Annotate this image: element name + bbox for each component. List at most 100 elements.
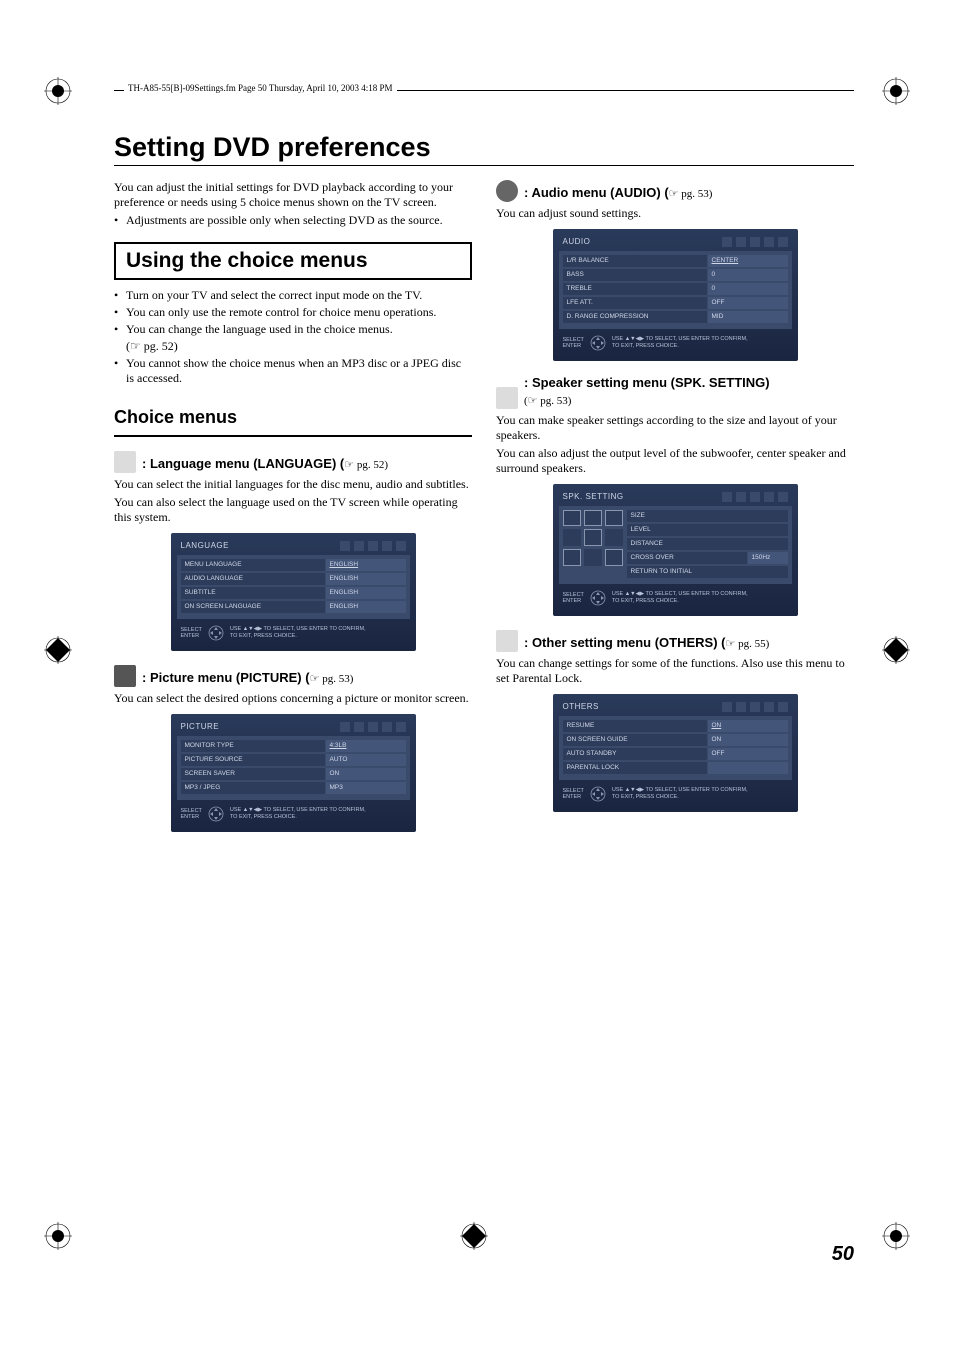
osd-footer-label: SELECT ENTER [563,592,584,604]
dpad-icon [590,590,606,606]
osd-tabs-icon [340,541,406,551]
picture-icon [114,665,136,687]
body-text: You can also select the language used on… [114,495,472,525]
osd-title: SPK. SETTING [563,492,624,502]
speaker-layout-diagram [563,510,623,566]
osd-row-label: CROSS OVER [627,552,747,564]
dpad-icon [590,335,606,351]
list-item: Turn on your TV and select the correct i… [126,288,472,303]
crop-mark-icon [44,636,72,664]
osd-footer-hint: USE ▲▼◀▶ TO SELECT, USE ENTER TO CONFIRM… [230,807,366,821]
osd-tabs-icon [340,722,406,732]
osd-row-value: MID [708,311,788,323]
osd-row-value: ON [326,768,406,780]
dpad-icon [208,625,224,641]
page-number: 50 [832,1243,854,1266]
audio-osd: AUDIO L/R BALANCECENTER BASS0 TREBLE0 LF… [553,229,798,361]
osd-row-label: BASS [563,269,707,281]
language-menu-heading: : Language menu (LANGUAGE) (☞ pg. 52) [114,451,472,473]
wrench-icon [496,630,518,652]
body-text: You can make speaker settings according … [496,413,854,443]
body-text: You can select the desired options conce… [114,691,472,706]
osd-row-value: ENGLISH [326,587,406,599]
osd-tabs-icon [722,492,788,502]
osd-row-value: AUTO [326,754,406,766]
crop-mark-icon [44,1222,72,1250]
language-icon [114,451,136,473]
section-box-title: Using the choice menus [114,242,472,280]
osd-row-value: 4:3LB [326,740,406,752]
page-title: Setting DVD preferences [114,132,854,166]
page-content: TH-A85-55[B]-09Settings.fm Page 50 Thurs… [114,76,854,1276]
osd-title: OTHERS [563,702,599,712]
audio-menu-heading: : Audio menu (AUDIO) (☞ pg. 53) [496,180,854,202]
osd-row-label: MP3 / JPEG [181,782,325,794]
osd-row-value: ON [708,720,788,732]
osd-footer-hint: USE ▲▼◀▶ TO SELECT, USE ENTER TO CONFIRM… [612,591,748,605]
osd-row-value: 150Hz [748,552,788,564]
crop-mark-icon [882,1222,910,1250]
osd-row-label: AUDIO LANGUAGE [181,573,325,585]
osd-row-value: ON [708,734,788,746]
osd-row-label: RESUME [563,720,707,732]
osd-footer-label: SELECT ENTER [563,337,584,349]
picture-menu-heading: : Picture menu (PICTURE) (☞ pg. 53) [114,665,472,687]
crop-mark-icon [44,77,72,105]
osd-row-value: ENGLISH [326,573,406,585]
crop-mark-icon [882,636,910,664]
speaker-osd: SPK. SETTING SIZE LEVEL DISTANCE [553,484,798,616]
list-item: You can change the language used in the … [126,322,472,337]
others-osd: OTHERS RESUMEON ON SCREEN GUIDEON AUTO S… [553,694,798,812]
osd-footer-label: SELECT ENTER [563,788,584,800]
speaker-menu-heading: : Speaker setting menu (SPK. SETTING) (☞… [496,375,854,409]
osd-row-label: DISTANCE [627,538,788,550]
osd-row-label: MENU LANGUAGE [181,559,325,571]
osd-footer-label: SELECT ENTER [181,627,202,639]
osd-row-label: D. RANGE COMPRESSION [563,311,707,323]
language-osd: LANGUAGE MENU LANGUAGEENGLISH AUDIO LANG… [171,533,416,651]
body-text: You can also adjust the output level of … [496,446,854,476]
right-column: : Audio menu (AUDIO) (☞ pg. 53) You can … [496,180,854,838]
speaker-icon [496,387,518,409]
osd-footer-hint: USE ▲▼◀▶ TO SELECT, USE ENTER TO CONFIRM… [612,336,748,350]
intro-bullet: • Adjustments are possible only when sel… [114,213,472,228]
left-column: You can adjust the initial settings for … [114,180,472,838]
dpad-icon [208,806,224,822]
osd-row-value: MP3 [326,782,406,794]
body-text: You can adjust sound settings. [496,206,854,221]
osd-row-label: SCREEN SAVER [181,768,325,780]
list-item: You cannot show the choice menus when an… [126,356,472,386]
osd-row-label: LFE ATT. [563,297,707,309]
osd-title: LANGUAGE [181,541,229,551]
running-header: TH-A85-55[B]-09Settings.fm Page 50 Thurs… [124,83,397,93]
osd-row-label: ON SCREEN GUIDE [563,734,707,746]
osd-row-value: 0 [708,269,788,281]
osd-footer-label: SELECT ENTER [181,808,202,820]
osd-row-label: TREBLE [563,283,707,295]
crop-mark-icon [882,77,910,105]
osd-row-value: ENGLISH [326,559,406,571]
list-item: (☞ pg. 52) [126,339,472,354]
osd-row-value [708,762,788,774]
picture-osd: PICTURE MONITOR TYPE4:3LB PICTURE SOURCE… [171,714,416,832]
body-text: You can select the initial languages for… [114,477,472,492]
osd-row-label: L/R BALANCE [563,255,707,267]
osd-row-label: MONITOR TYPE [181,740,325,752]
osd-footer-hint: USE ▲▼◀▶ TO SELECT, USE ENTER TO CONFIRM… [230,626,366,640]
osd-row-label: SIZE [627,510,788,522]
osd-row-value: OFF [708,748,788,760]
osd-row-label: AUTO STANDBY [563,748,707,760]
osd-row-value: 0 [708,283,788,295]
rule [114,435,472,437]
osd-row-label: LEVEL [627,524,788,536]
osd-row-label: RETURN TO INITIAL [627,566,788,578]
osd-row-label: PICTURE SOURCE [181,754,325,766]
osd-row-value: OFF [708,297,788,309]
osd-title: AUDIO [563,237,591,247]
audio-icon [496,180,518,202]
list-item: You can only use the remote control for … [126,305,472,320]
osd-tabs-icon [722,702,788,712]
osd-tabs-icon [722,237,788,247]
osd-row-label: ON SCREEN LANGUAGE [181,601,325,613]
osd-row-value: CENTER [708,255,788,267]
